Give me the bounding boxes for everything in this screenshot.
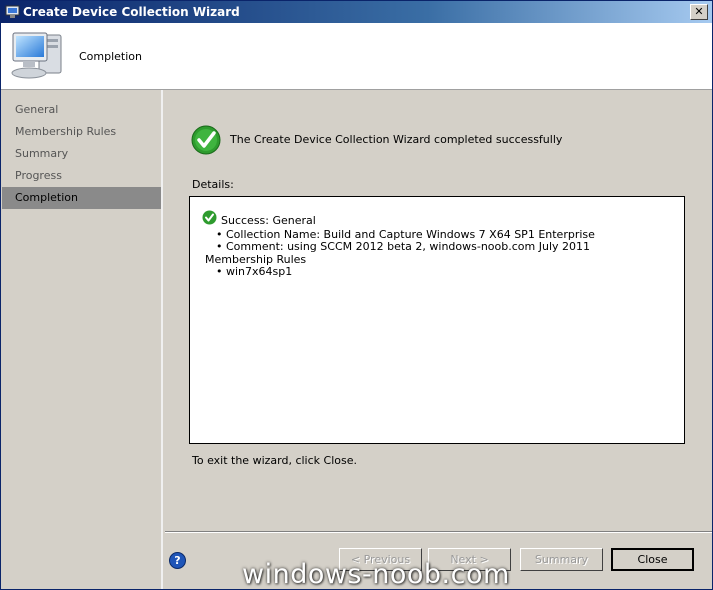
success-check-icon [191, 125, 221, 155]
exit-instruction: To exit the wizard, click Close. [192, 454, 357, 467]
success-small-icon [202, 210, 217, 225]
wizard-header: Completion [1, 23, 712, 90]
success-message: The Create Device Collection Wizard comp… [230, 133, 563, 146]
watermark: windows-noob.com [242, 559, 510, 590]
help-icon[interactable]: ? [169, 552, 186, 569]
details-success-line: Success: General [221, 214, 316, 227]
nav-item-summary[interactable]: Summary [2, 143, 161, 165]
app-icon [5, 5, 20, 18]
window-title: Create Device Collection Wizard [23, 5, 240, 19]
nav-item-progress[interactable]: Progress [2, 165, 161, 187]
nav-item-membership-rules[interactable]: Membership Rules [2, 121, 161, 143]
nav-item-completion[interactable]: Completion [2, 187, 161, 209]
close-button[interactable]: Close [611, 548, 694, 571]
title-bar[interactable]: Create Device Collection Wizard ✕ [1, 1, 712, 23]
computer-icon [11, 32, 62, 79]
footer-divider [165, 531, 712, 533]
close-window-button[interactable]: ✕ [690, 4, 708, 20]
wizard-window: Create Device Collection Wizard ✕ Comple… [0, 0, 713, 590]
summary-button[interactable]: Summary [520, 548, 603, 571]
main-panel: The Create Device Collection Wizard comp… [165, 90, 712, 531]
wizard-steps-nav: General Membership Rules Summary Progres… [2, 90, 163, 589]
page-title: Completion [79, 50, 143, 63]
details-comment: • Comment: using SCCM 2012 beta 2, windo… [216, 240, 591, 253]
details-membership-rule: • win7x64sp1 [216, 265, 293, 278]
details-textbox[interactable]: Success: General • Collection Name: Buil… [189, 196, 685, 444]
details-label: Details: [192, 178, 234, 191]
nav-item-general[interactable]: General [2, 99, 161, 121]
